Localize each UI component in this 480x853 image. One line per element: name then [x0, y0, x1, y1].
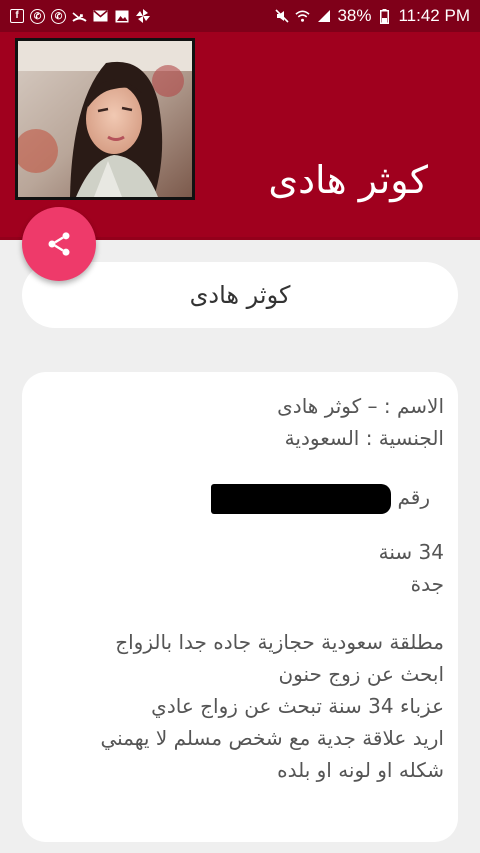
profile-details-card: الاسم : – كوثر هادى الجنسية : السعودية ر… — [22, 372, 458, 842]
missed-call-icon — [72, 9, 87, 24]
bio-line: مطلقة سعودية حجازية جاده جدا بالزواج — [115, 630, 444, 654]
phone-row: رقم — [34, 480, 430, 514]
whatsapp-icon: ✆ — [30, 8, 45, 24]
share-button[interactable] — [22, 207, 96, 281]
clock: 11:42 PM — [398, 6, 470, 25]
avatar-photo — [18, 41, 192, 197]
wifi-icon — [295, 9, 311, 24]
avatar[interactable] — [15, 38, 195, 200]
share-icon — [48, 232, 70, 256]
city-line: جدة — [410, 572, 444, 596]
redacted-phone — [211, 484, 392, 514]
whatsapp-icon: ✆ — [51, 8, 66, 24]
gmail-icon — [93, 9, 108, 24]
name-banner: كوثر هادى — [22, 262, 458, 328]
facebook-icon: f — [10, 9, 24, 23]
name-line: الاسم : – كوثر هادى — [277, 394, 444, 418]
nationality-line: الجنسية : السعودية — [284, 426, 444, 450]
bio-line: ابحث عن زوج حنون — [278, 662, 444, 686]
bio-line: شكله او لونه او بلده — [277, 758, 444, 782]
notification-icons: f ✆ ✆ — [10, 8, 150, 24]
bio-line: عزباء 34 سنة تبحث عن زواج عادي — [151, 694, 444, 718]
pinwheel-icon — [135, 9, 150, 24]
gallery-icon — [114, 9, 129, 24]
age-line: 34 سنة — [378, 540, 444, 564]
signal-icon — [316, 9, 331, 24]
phone-label: رقم — [397, 485, 430, 509]
mute-icon — [274, 9, 289, 24]
bio-line: اريد علاقة جدية مع شخص مسلم لا يهمني — [100, 726, 444, 750]
profile-details-text: الاسم : – كوثر هادى الجنسية : السعودية ر… — [34, 390, 444, 786]
battery-percent: 38% — [337, 6, 372, 25]
battery-icon — [377, 8, 392, 24]
system-indicators: 38% 11:42 PM — [274, 6, 470, 26]
status-bar: f ✆ ✆ 38% 11:42 PM — [0, 0, 480, 32]
page-title: كوثر هادى — [268, 158, 428, 202]
